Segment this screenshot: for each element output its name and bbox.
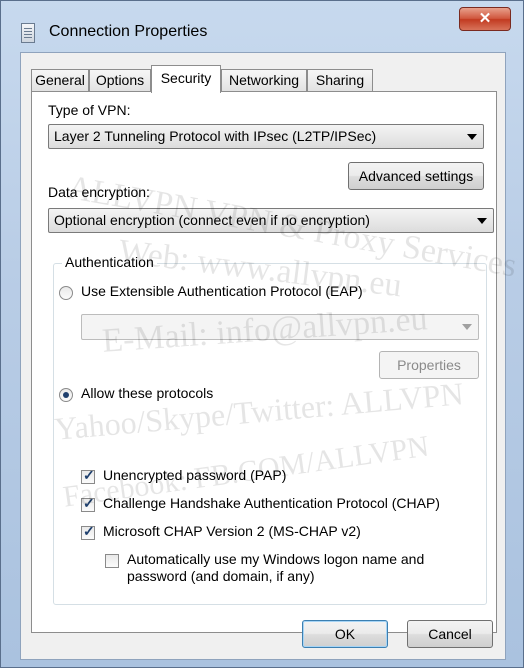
auto-logon-label-line2: password (and domain, if any): [127, 568, 315, 584]
data-encryption-select[interactable]: Optional encryption (connect even if no …: [48, 208, 494, 233]
close-icon: ✕: [478, 10, 492, 27]
eap-method-select[interactable]: [81, 314, 479, 340]
tab-options[interactable]: Options: [89, 69, 151, 91]
chevron-down-icon: [462, 324, 472, 330]
vpn-type-select[interactable]: Layer 2 Tunneling Protocol with IPsec (L…: [48, 124, 484, 149]
window-title: Connection Properties: [49, 23, 208, 40]
allow-protocols-label[interactable]: Allow these protocols: [81, 385, 213, 401]
chevron-down-icon: [467, 134, 477, 140]
tab-general[interactable]: General: [31, 69, 89, 91]
tab-networking[interactable]: Networking: [221, 69, 307, 91]
data-encryption-label: Data encryption:: [48, 184, 150, 200]
dialog-window: Connection Properties ✕ General Options …: [0, 0, 524, 668]
vpn-type-label: Type of VPN:: [48, 102, 131, 118]
chap-checkbox[interactable]: [81, 495, 95, 512]
mschapv2-checkbox[interactable]: [81, 523, 95, 540]
advanced-settings-button[interactable]: Advanced settings: [348, 162, 484, 190]
pap-checkbox[interactable]: [81, 467, 95, 484]
allow-protocols-radio[interactable]: [59, 388, 73, 402]
ok-button[interactable]: OK: [302, 620, 388, 648]
auto-logon-label-line1: Automatically use my Windows logon name …: [127, 551, 425, 567]
tab-security[interactable]: Security: [151, 65, 221, 93]
vpn-type-value: Layer 2 Tunneling Protocol with IPsec (L…: [54, 128, 377, 144]
cancel-button[interactable]: Cancel: [407, 620, 493, 648]
eap-properties-button[interactable]: Properties: [379, 351, 479, 379]
data-encryption-value: Optional encryption (connect even if no …: [54, 212, 370, 228]
auto-logon-label[interactable]: Automatically use my Windows logon name …: [127, 551, 424, 585]
eap-radio-label[interactable]: Use Extensible Authentication Protocol (…: [81, 283, 363, 299]
auto-logon-checkbox[interactable]: [105, 554, 119, 568]
mschapv2-label[interactable]: Microsoft CHAP Version 2 (MS-CHAP v2): [103, 523, 361, 539]
chap-label[interactable]: Challenge Handshake Authentication Proto…: [103, 495, 440, 511]
connection-properties-icon: [21, 23, 35, 43]
chevron-down-icon: [477, 218, 487, 224]
authentication-group: Authentication Use Extensible Authentica…: [53, 254, 487, 605]
tab-sharing[interactable]: Sharing: [307, 69, 373, 91]
pap-label[interactable]: Unencrypted password (PAP): [103, 467, 286, 483]
dialog-client-area: General Options Security Networking Shar…: [20, 52, 506, 660]
authentication-group-title: Authentication: [62, 254, 157, 270]
close-button[interactable]: ✕: [459, 7, 511, 31]
eap-radio[interactable]: [59, 286, 73, 300]
